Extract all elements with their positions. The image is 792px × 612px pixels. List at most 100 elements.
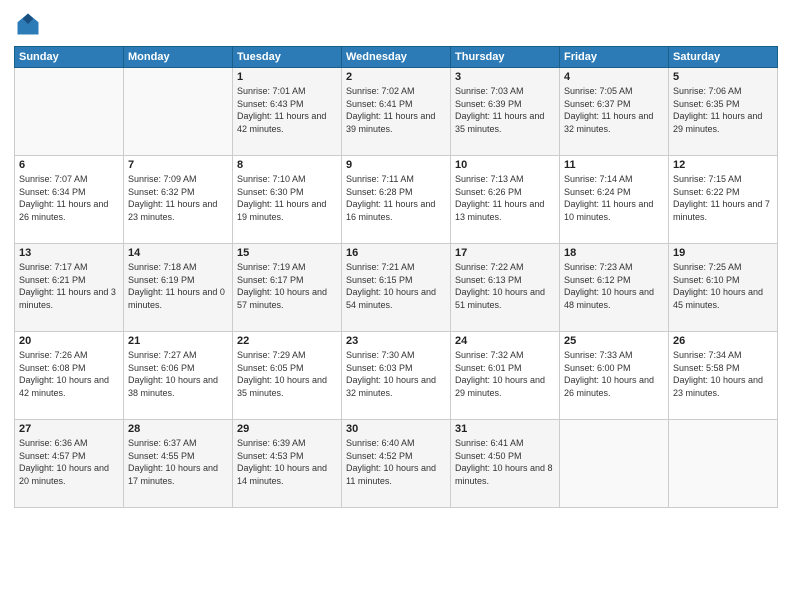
daylight-text: Daylight: 10 hours and 17 minutes. xyxy=(128,463,218,486)
sunrise-text: Sunrise: 7:03 AM xyxy=(455,86,524,96)
day-info: Sunrise: 7:15 AM Sunset: 6:22 PM Dayligh… xyxy=(673,173,773,223)
daylight-text: Daylight: 11 hours and 13 minutes. xyxy=(455,199,544,222)
calendar-cell: 14 Sunrise: 7:18 AM Sunset: 6:19 PM Dayl… xyxy=(124,244,233,332)
day-info: Sunrise: 6:40 AM Sunset: 4:52 PM Dayligh… xyxy=(346,437,446,487)
day-info: Sunrise: 7:21 AM Sunset: 6:15 PM Dayligh… xyxy=(346,261,446,311)
calendar-cell: 10 Sunrise: 7:13 AM Sunset: 6:26 PM Dayl… xyxy=(451,156,560,244)
sunset-text: Sunset: 6:28 PM xyxy=(346,187,413,197)
daylight-text: Daylight: 11 hours and 26 minutes. xyxy=(19,199,108,222)
day-info: Sunrise: 7:27 AM Sunset: 6:06 PM Dayligh… xyxy=(128,349,228,399)
weekday-header: Thursday xyxy=(451,47,560,68)
day-number: 11 xyxy=(564,159,664,171)
daylight-text: Daylight: 11 hours and 3 minutes. xyxy=(19,287,116,310)
sunrise-text: Sunrise: 7:18 AM xyxy=(128,262,197,272)
sunrise-text: Sunrise: 7:06 AM xyxy=(673,86,742,96)
sunrise-text: Sunrise: 7:01 AM xyxy=(237,86,306,96)
day-info: Sunrise: 7:09 AM Sunset: 6:32 PM Dayligh… xyxy=(128,173,228,223)
calendar-cell: 22 Sunrise: 7:29 AM Sunset: 6:05 PM Dayl… xyxy=(233,332,342,420)
day-number: 31 xyxy=(455,423,555,435)
day-number: 1 xyxy=(237,71,337,83)
day-info: Sunrise: 7:06 AM Sunset: 6:35 PM Dayligh… xyxy=(673,85,773,135)
day-info: Sunrise: 7:19 AM Sunset: 6:17 PM Dayligh… xyxy=(237,261,337,311)
calendar-cell xyxy=(669,420,778,508)
daylight-text: Daylight: 10 hours and 23 minutes. xyxy=(673,375,763,398)
day-number: 12 xyxy=(673,159,773,171)
calendar-cell: 9 Sunrise: 7:11 AM Sunset: 6:28 PM Dayli… xyxy=(342,156,451,244)
weekday-header: Sunday xyxy=(15,47,124,68)
sunset-text: Sunset: 6:05 PM xyxy=(237,363,304,373)
sunset-text: Sunset: 6:24 PM xyxy=(564,187,631,197)
calendar-cell xyxy=(15,68,124,156)
calendar-cell: 27 Sunrise: 6:36 AM Sunset: 4:57 PM Dayl… xyxy=(15,420,124,508)
daylight-text: Daylight: 10 hours and 48 minutes. xyxy=(564,287,654,310)
day-info: Sunrise: 6:39 AM Sunset: 4:53 PM Dayligh… xyxy=(237,437,337,487)
calendar-cell: 1 Sunrise: 7:01 AM Sunset: 6:43 PM Dayli… xyxy=(233,68,342,156)
calendar-cell: 4 Sunrise: 7:05 AM Sunset: 6:37 PM Dayli… xyxy=(560,68,669,156)
header xyxy=(14,10,778,38)
sunrise-text: Sunrise: 6:41 AM xyxy=(455,438,524,448)
weekday-header: Saturday xyxy=(669,47,778,68)
weekday-header: Monday xyxy=(124,47,233,68)
day-number: 29 xyxy=(237,423,337,435)
calendar-week-row: 27 Sunrise: 6:36 AM Sunset: 4:57 PM Dayl… xyxy=(15,420,778,508)
day-info: Sunrise: 7:01 AM Sunset: 6:43 PM Dayligh… xyxy=(237,85,337,135)
calendar-cell: 8 Sunrise: 7:10 AM Sunset: 6:30 PM Dayli… xyxy=(233,156,342,244)
sunset-text: Sunset: 4:52 PM xyxy=(346,451,413,461)
daylight-text: Daylight: 11 hours and 29 minutes. xyxy=(673,111,762,134)
calendar-cell: 21 Sunrise: 7:27 AM Sunset: 6:06 PM Dayl… xyxy=(124,332,233,420)
day-number: 8 xyxy=(237,159,337,171)
sunset-text: Sunset: 6:12 PM xyxy=(564,275,631,285)
sunrise-text: Sunrise: 6:36 AM xyxy=(19,438,88,448)
calendar-cell: 17 Sunrise: 7:22 AM Sunset: 6:13 PM Dayl… xyxy=(451,244,560,332)
sunset-text: Sunset: 4:53 PM xyxy=(237,451,304,461)
day-number: 28 xyxy=(128,423,228,435)
calendar-cell: 5 Sunrise: 7:06 AM Sunset: 6:35 PM Dayli… xyxy=(669,68,778,156)
daylight-text: Daylight: 11 hours and 10 minutes. xyxy=(564,199,653,222)
calendar-cell: 28 Sunrise: 6:37 AM Sunset: 4:55 PM Dayl… xyxy=(124,420,233,508)
day-info: Sunrise: 7:07 AM Sunset: 6:34 PM Dayligh… xyxy=(19,173,119,223)
calendar-cell: 3 Sunrise: 7:03 AM Sunset: 6:39 PM Dayli… xyxy=(451,68,560,156)
daylight-text: Daylight: 10 hours and 32 minutes. xyxy=(346,375,436,398)
day-info: Sunrise: 6:36 AM Sunset: 4:57 PM Dayligh… xyxy=(19,437,119,487)
calendar-cell: 6 Sunrise: 7:07 AM Sunset: 6:34 PM Dayli… xyxy=(15,156,124,244)
sunset-text: Sunset: 6:34 PM xyxy=(19,187,86,197)
day-number: 26 xyxy=(673,335,773,347)
calendar-week-row: 20 Sunrise: 7:26 AM Sunset: 6:08 PM Dayl… xyxy=(15,332,778,420)
daylight-text: Daylight: 11 hours and 42 minutes. xyxy=(237,111,326,134)
sunrise-text: Sunrise: 7:11 AM xyxy=(346,174,414,184)
daylight-text: Daylight: 10 hours and 42 minutes. xyxy=(19,375,109,398)
daylight-text: Daylight: 10 hours and 54 minutes. xyxy=(346,287,436,310)
weekday-header: Friday xyxy=(560,47,669,68)
sunrise-text: Sunrise: 7:19 AM xyxy=(237,262,306,272)
sunset-text: Sunset: 6:37 PM xyxy=(564,99,631,109)
day-number: 2 xyxy=(346,71,446,83)
weekday-header: Wednesday xyxy=(342,47,451,68)
daylight-text: Daylight: 10 hours and 45 minutes. xyxy=(673,287,763,310)
day-number: 3 xyxy=(455,71,555,83)
daylight-text: Daylight: 11 hours and 39 minutes. xyxy=(346,111,435,134)
calendar-cell: 19 Sunrise: 7:25 AM Sunset: 6:10 PM Dayl… xyxy=(669,244,778,332)
sunrise-text: Sunrise: 7:09 AM xyxy=(128,174,197,184)
sunset-text: Sunset: 6:03 PM xyxy=(346,363,413,373)
day-number: 4 xyxy=(564,71,664,83)
daylight-text: Daylight: 11 hours and 16 minutes. xyxy=(346,199,435,222)
logo xyxy=(14,10,44,38)
sunset-text: Sunset: 6:13 PM xyxy=(455,275,522,285)
calendar-cell: 26 Sunrise: 7:34 AM Sunset: 5:58 PM Dayl… xyxy=(669,332,778,420)
sunrise-text: Sunrise: 7:10 AM xyxy=(237,174,306,184)
day-number: 22 xyxy=(237,335,337,347)
sunrise-text: Sunrise: 7:05 AM xyxy=(564,86,633,96)
calendar-cell xyxy=(560,420,669,508)
calendar-cell: 13 Sunrise: 7:17 AM Sunset: 6:21 PM Dayl… xyxy=(15,244,124,332)
calendar-cell: 29 Sunrise: 6:39 AM Sunset: 4:53 PM Dayl… xyxy=(233,420,342,508)
sunset-text: Sunset: 6:15 PM xyxy=(346,275,413,285)
calendar-cell: 12 Sunrise: 7:15 AM Sunset: 6:22 PM Dayl… xyxy=(669,156,778,244)
day-number: 24 xyxy=(455,335,555,347)
calendar-cell: 20 Sunrise: 7:26 AM Sunset: 6:08 PM Dayl… xyxy=(15,332,124,420)
sunset-text: Sunset: 4:55 PM xyxy=(128,451,195,461)
day-info: Sunrise: 7:30 AM Sunset: 6:03 PM Dayligh… xyxy=(346,349,446,399)
day-number: 9 xyxy=(346,159,446,171)
daylight-text: Daylight: 10 hours and 35 minutes. xyxy=(237,375,327,398)
sunrise-text: Sunrise: 7:21 AM xyxy=(346,262,415,272)
sunrise-text: Sunrise: 7:27 AM xyxy=(128,350,197,360)
